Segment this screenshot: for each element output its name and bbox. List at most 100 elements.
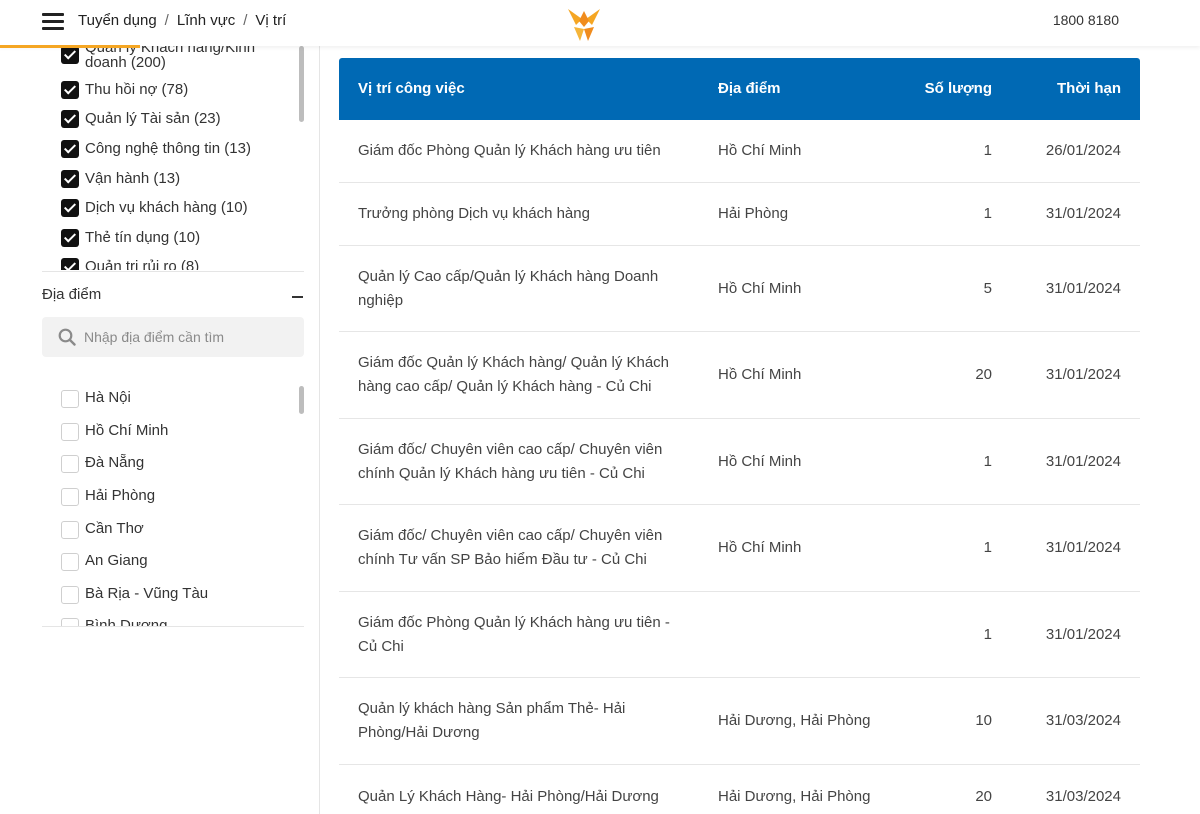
job-location: Hồ Chí Minh bbox=[718, 539, 802, 556]
checkbox-checked-icon[interactable] bbox=[61, 140, 79, 158]
location-list-scrollbar[interactable] bbox=[299, 386, 304, 414]
checkbox-unchecked-icon[interactable] bbox=[61, 455, 79, 473]
checkbox-checked-icon[interactable] bbox=[61, 81, 79, 99]
location-section-title: Địa điểm bbox=[42, 286, 102, 303]
job-deadline: 31/03/2024 bbox=[1045, 712, 1121, 729]
filter-label: Thẻ tín dụng (10) bbox=[85, 229, 201, 246]
filter-label: Quản lý Tài sản (23) bbox=[85, 110, 221, 127]
collapse-minus-icon[interactable] bbox=[292, 296, 303, 298]
location-item[interactable]: An Giang bbox=[61, 552, 148, 571]
job-deadline: 31/01/2024 bbox=[1045, 539, 1121, 556]
job-quantity: 10 bbox=[975, 712, 992, 729]
field-filter-list: Quản lý Khách hàng/Kinh doanh (200) Thu … bbox=[42, 46, 304, 270]
column-header-position[interactable]: Vị trí công việc bbox=[358, 80, 465, 97]
job-deadline: 31/01/2024 bbox=[1045, 205, 1121, 222]
location-label: Đà Nẵng bbox=[85, 454, 145, 471]
divider bbox=[42, 626, 304, 627]
location-item[interactable]: Hải Phòng bbox=[61, 487, 155, 506]
table-row[interactable]: Giám đốc Phòng Quản lý Khách hàng ưu tiê… bbox=[339, 592, 1140, 678]
breadcrumb-item-recruitment[interactable]: Tuyển dụng bbox=[78, 12, 157, 29]
location-item[interactable]: Bình Dương bbox=[61, 617, 167, 626]
filter-label: Dịch vụ khách hàng (10) bbox=[85, 199, 248, 216]
job-quantity: 1 bbox=[983, 142, 992, 159]
breadcrumb-item-field[interactable]: Lĩnh vực bbox=[177, 12, 235, 29]
job-quantity: 1 bbox=[983, 452, 992, 470]
table-row[interactable]: Trưởng phòng Dịch vụ khách hàng Hải Phòn… bbox=[339, 183, 1140, 246]
job-position-link[interactable]: Trưởng phòng Dịch vụ khách hàng bbox=[358, 202, 688, 226]
search-icon bbox=[58, 328, 76, 346]
job-position-link[interactable]: Quản Lý Khách Hàng- Hải Phòng/Hải Dương bbox=[358, 785, 688, 809]
checkbox-unchecked-icon[interactable] bbox=[61, 390, 79, 408]
table-row[interactable]: Giám đốc/ Chuyên viên cao cấp/ Chuyên vi… bbox=[339, 419, 1140, 505]
location-item[interactable]: Hồ Chí Minh bbox=[61, 422, 168, 441]
job-position-link[interactable]: Quản lý khách hàng Sản phẩm Thẻ- Hải Phò… bbox=[358, 697, 688, 745]
checkbox-unchecked-icon[interactable] bbox=[61, 521, 79, 539]
brand-logo-icon[interactable] bbox=[564, 5, 604, 43]
checkbox-checked-icon[interactable] bbox=[61, 258, 79, 270]
job-position-link[interactable]: Giám đốc Phòng Quản lý Khách hàng ưu tiê… bbox=[358, 139, 688, 163]
job-deadline: 31/03/2024 bbox=[1045, 787, 1121, 805]
job-deadline: 31/01/2024 bbox=[1045, 279, 1121, 297]
field-list-scrollbar[interactable] bbox=[299, 46, 304, 122]
filter-label: Vận hành (13) bbox=[85, 170, 181, 187]
location-label: Bình Dương bbox=[85, 617, 168, 626]
checkbox-checked-icon[interactable] bbox=[61, 229, 79, 247]
column-header-deadline[interactable]: Thời hạn bbox=[1057, 80, 1121, 97]
location-item[interactable]: Hà Nội bbox=[61, 389, 131, 408]
checkbox-checked-icon[interactable] bbox=[61, 170, 79, 188]
location-item[interactable]: Bà Rịa - Vũng Tàu bbox=[61, 585, 208, 604]
checkbox-unchecked-icon[interactable] bbox=[61, 488, 79, 506]
location-search-input[interactable] bbox=[84, 317, 294, 357]
filter-item[interactable]: Quản lý Tài sản (23) bbox=[61, 110, 221, 128]
filter-item[interactable]: Dịch vụ khách hàng (10) bbox=[61, 199, 248, 217]
filter-item[interactable]: Quản trị rủi ro (8) bbox=[61, 258, 199, 270]
location-label: An Giang bbox=[85, 552, 148, 569]
table-row[interactable]: Quản Lý Khách Hàng- Hải Phòng/Hải Dương … bbox=[339, 765, 1140, 814]
hotline-number[interactable]: 1800 8180 bbox=[1053, 12, 1119, 28]
checkbox-unchecked-icon[interactable] bbox=[61, 586, 79, 604]
checkbox-checked-icon[interactable] bbox=[61, 110, 79, 128]
checkbox-checked-icon[interactable] bbox=[61, 199, 79, 217]
job-location: Hải Phòng bbox=[718, 205, 789, 222]
filter-item[interactable]: Quản lý Khách hàng/Kinh doanh (200) bbox=[61, 46, 275, 70]
job-deadline: 31/01/2024 bbox=[1045, 625, 1121, 643]
filter-item[interactable]: Công nghệ thông tin (13) bbox=[61, 140, 251, 158]
job-quantity: 20 bbox=[975, 366, 992, 383]
header-accent-bar bbox=[0, 45, 140, 48]
job-position-link[interactable]: Giám đốc Quản lý Khách hàng/ Quản lý Khá… bbox=[358, 351, 688, 399]
breadcrumb: Tuyển dụng / Lĩnh vực / Vị trí bbox=[78, 12, 286, 29]
checkbox-unchecked-icon[interactable] bbox=[61, 553, 79, 571]
table-row[interactable]: Giám đốc/ Chuyên viên cao cấp/ Chuyên vi… bbox=[339, 505, 1140, 592]
column-header-location[interactable]: Địa điểm bbox=[718, 80, 781, 97]
breadcrumb-separator: / bbox=[164, 12, 169, 29]
table-row[interactable]: Quản lý khách hàng Sản phẩm Thẻ- Hải Phò… bbox=[339, 678, 1140, 765]
checkbox-checked-icon[interactable] bbox=[61, 46, 79, 64]
location-item[interactable]: Cần Thơ bbox=[61, 520, 144, 539]
job-position-link[interactable]: Giám đốc/ Chuyên viên cao cấp/ Chuyên vi… bbox=[358, 524, 688, 572]
location-filter-list: Hà Nội Hồ Chí Minh Đà Nẵng Hải Phòng Cần… bbox=[42, 382, 304, 626]
location-label: Bà Rịa - Vũng Tàu bbox=[85, 585, 209, 602]
checkbox-unchecked-icon[interactable] bbox=[61, 423, 79, 441]
job-quantity: 1 bbox=[983, 205, 992, 222]
job-location: Hồ Chí Minh bbox=[718, 142, 802, 159]
checkbox-unchecked-icon[interactable] bbox=[61, 618, 79, 626]
location-item[interactable]: Đà Nẵng bbox=[61, 454, 144, 473]
table-row[interactable]: Giám đốc Quản lý Khách hàng/ Quản lý Khá… bbox=[339, 332, 1140, 419]
menu-icon[interactable] bbox=[42, 12, 64, 30]
job-quantity: 5 bbox=[983, 279, 992, 297]
column-header-quantity[interactable]: Số lượng bbox=[925, 80, 992, 97]
job-position-link[interactable]: Giám đốc Phòng Quản lý Khách hàng ưu tiê… bbox=[358, 611, 688, 659]
divider bbox=[42, 271, 304, 272]
job-deadline: 31/01/2024 bbox=[1045, 452, 1121, 470]
table-row[interactable]: Quản lý Cao cấp/Quản lý Khách hàng Doanh… bbox=[339, 246, 1140, 332]
filter-label: Thu hồi nợ (78) bbox=[85, 81, 189, 98]
filter-item[interactable]: Thẻ tín dụng (10) bbox=[61, 229, 200, 247]
location-label: Hà Nội bbox=[85, 389, 131, 406]
filter-item[interactable]: Vận hành (13) bbox=[61, 170, 180, 188]
filter-item[interactable]: Thu hồi nợ (78) bbox=[61, 81, 188, 99]
job-location: Hải Dương, Hải Phòng bbox=[718, 712, 871, 729]
table-row[interactable]: Giám đốc Phòng Quản lý Khách hàng ưu tiê… bbox=[339, 120, 1140, 183]
job-position-link[interactable]: Quản lý Cao cấp/Quản lý Khách hàng Doanh… bbox=[358, 265, 688, 313]
job-quantity: 1 bbox=[983, 539, 992, 556]
job-position-link[interactable]: Giám đốc/ Chuyên viên cao cấp/ Chuyên vi… bbox=[358, 438, 688, 486]
